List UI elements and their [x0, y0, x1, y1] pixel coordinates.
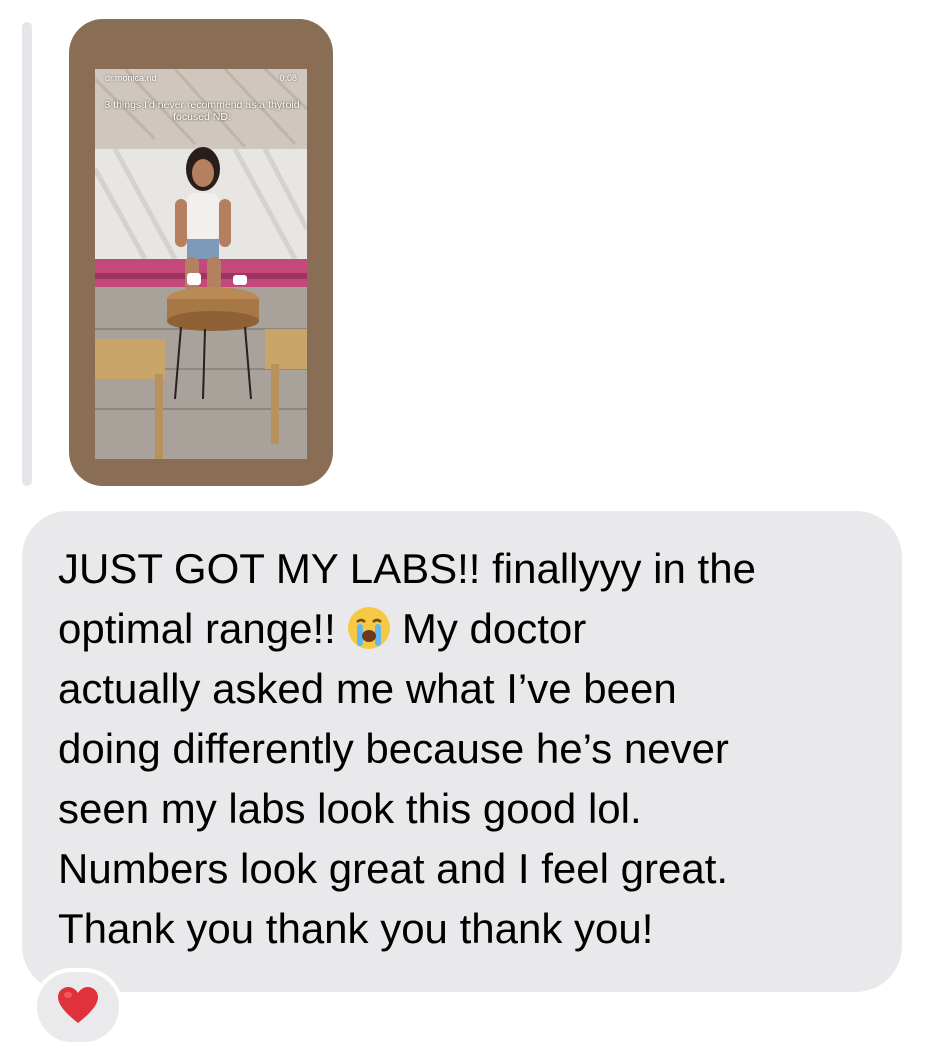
- message-line-2-end: My doctor: [401, 605, 587, 652]
- message-line-2-start: optimal range!!: [58, 605, 336, 652]
- reaction-badge[interactable]: [33, 968, 123, 1046]
- story-meta-row: dr.monica.nd 0:08: [105, 73, 297, 83]
- reply-indicator-bar: [22, 22, 32, 486]
- story-timestamp: 0:08: [279, 73, 297, 83]
- message-bubble[interactable]: JUST GOT MY LABS!! finallyyy in the opti…: [22, 511, 902, 992]
- story-caption: 3 things I'd never recommend as a thyroi…: [104, 99, 300, 123]
- loudly-crying-face-icon: [346, 605, 392, 651]
- story-username: dr.monica.nd: [105, 73, 157, 83]
- message-line-1: JUST GOT MY LABS!! finallyyy in the: [58, 545, 756, 592]
- story-thumbnail-image: [95, 69, 307, 459]
- message-body-rest: actually asked me what I’ve been doing d…: [58, 665, 729, 952]
- red-heart-icon: [56, 985, 100, 1030]
- message-text: JUST GOT MY LABS!! finallyyy in the opti…: [58, 539, 878, 959]
- message-thread: dr.monica.nd 0:08 3 things I'd never rec…: [0, 0, 941, 1055]
- story-reply-preview[interactable]: dr.monica.nd 0:08 3 things I'd never rec…: [69, 19, 333, 486]
